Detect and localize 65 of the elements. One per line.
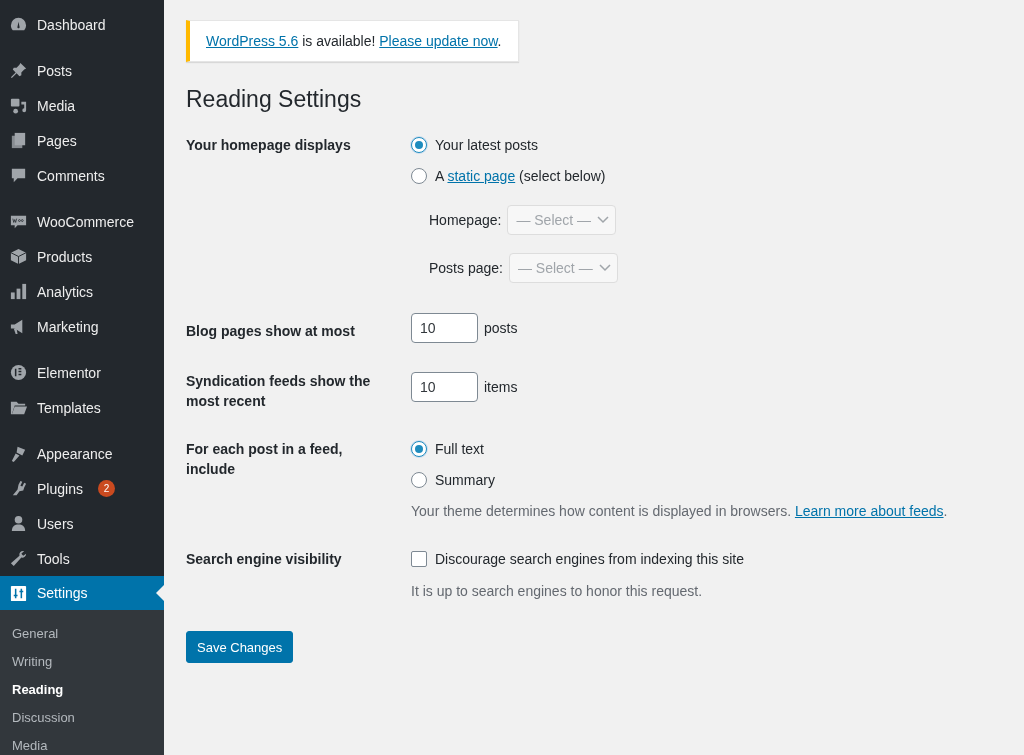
sidebar-item[interactable]: Plugins 2 bbox=[0, 471, 164, 506]
submenu-item[interactable]: Discussion bbox=[0, 703, 164, 731]
link[interactable]: Learn more about feeds bbox=[794, 503, 944, 519]
sidebar-item[interactable]: Media bbox=[0, 88, 164, 123]
sidebar-item[interactable]: Appearance bbox=[0, 436, 164, 471]
submenu-item[interactable]: Media bbox=[0, 731, 164, 755]
sidebar-item[interactable]: Tools bbox=[0, 541, 164, 576]
sidebar-item[interactable]: WooCommerce bbox=[0, 204, 164, 239]
option-label: A static page (select below) bbox=[435, 168, 606, 184]
link[interactable]: Please update now bbox=[379, 33, 498, 49]
sidebar-item[interactable]: Products bbox=[0, 239, 164, 274]
unit-label: items bbox=[484, 379, 518, 395]
cube-icon bbox=[9, 247, 28, 266]
setting-label: Syndication feeds show the most recent bbox=[186, 372, 372, 411]
setting-label: Your homepage displays bbox=[186, 136, 352, 155]
sidebar-item[interactable]: Templates bbox=[0, 390, 164, 425]
description-text: Your theme determines how content is displayed in browsers. Learn more about feeds. bbox=[411, 502, 949, 521]
submenu-item[interactable]: Writing bbox=[0, 647, 164, 675]
option-label: Your latest posts bbox=[435, 137, 538, 153]
user-icon bbox=[9, 514, 28, 533]
pushpin-icon bbox=[9, 61, 28, 80]
submenu-item[interactable]: Reading bbox=[0, 675, 164, 703]
sidebar-item[interactable]: Elementor bbox=[0, 355, 164, 390]
submenu-item[interactable]: General bbox=[0, 619, 164, 647]
sidebar-item[interactable]: Posts bbox=[0, 53, 164, 88]
paintbrush-icon bbox=[9, 444, 28, 463]
page-title: Reading Settings bbox=[186, 86, 363, 113]
bar-chart-icon bbox=[9, 282, 28, 301]
sidebar-item[interactable]: Settings bbox=[0, 576, 164, 610]
sidebar-item[interactable]: Analytics bbox=[0, 274, 164, 309]
count-badge: 2 bbox=[97, 480, 115, 497]
chevron-down-icon bbox=[598, 264, 611, 272]
number-field[interactable]: 10 bbox=[411, 313, 478, 343]
setting-label: Search engine visibility bbox=[186, 550, 343, 569]
setting-label: Blog pages show at most bbox=[186, 322, 356, 341]
radio-button[interactable] bbox=[411, 441, 427, 457]
save-button[interactable]: Save Changes bbox=[186, 631, 294, 663]
sidebar-item[interactable]: Dashboard bbox=[0, 7, 164, 42]
select-label: Homepage: bbox=[429, 212, 502, 228]
chevron-down-icon bbox=[597, 216, 610, 224]
number-field[interactable]: 10 bbox=[411, 372, 478, 402]
unit-label: posts bbox=[484, 320, 518, 336]
sidebar-item[interactable]: Marketing bbox=[0, 309, 164, 344]
wrench-icon bbox=[9, 549, 28, 568]
sidebar-item[interactable]: Pages bbox=[0, 123, 164, 158]
link[interactable]: static page bbox=[447, 168, 516, 184]
checkbox[interactable] bbox=[411, 551, 427, 567]
option-label: Summary bbox=[435, 472, 495, 488]
radio-button[interactable] bbox=[411, 137, 427, 153]
radio-button[interactable] bbox=[411, 168, 427, 184]
radio-button[interactable] bbox=[411, 472, 427, 488]
select-label: Posts page: bbox=[429, 260, 503, 276]
sliders-icon bbox=[9, 583, 28, 603]
link[interactable]: WordPress 5.6 bbox=[206, 33, 299, 49]
media-icon bbox=[9, 96, 28, 115]
option-label: Full text bbox=[435, 441, 484, 457]
elementor-icon bbox=[9, 363, 28, 382]
pointer-icon bbox=[156, 585, 164, 601]
description-text: It is up to search engines to honor this request. bbox=[411, 582, 704, 601]
update-notice: WordPress 5.6 is available! Please update now. bbox=[186, 20, 519, 62]
pages-icon bbox=[9, 131, 28, 150]
checkbox-label: Discourage search engines from indexing this site bbox=[435, 551, 744, 567]
setting-label: For each post in a feed, include bbox=[186, 440, 344, 479]
sidebar-item[interactable]: Comments bbox=[0, 158, 164, 193]
sidebar-item[interactable]: Users bbox=[0, 506, 164, 541]
